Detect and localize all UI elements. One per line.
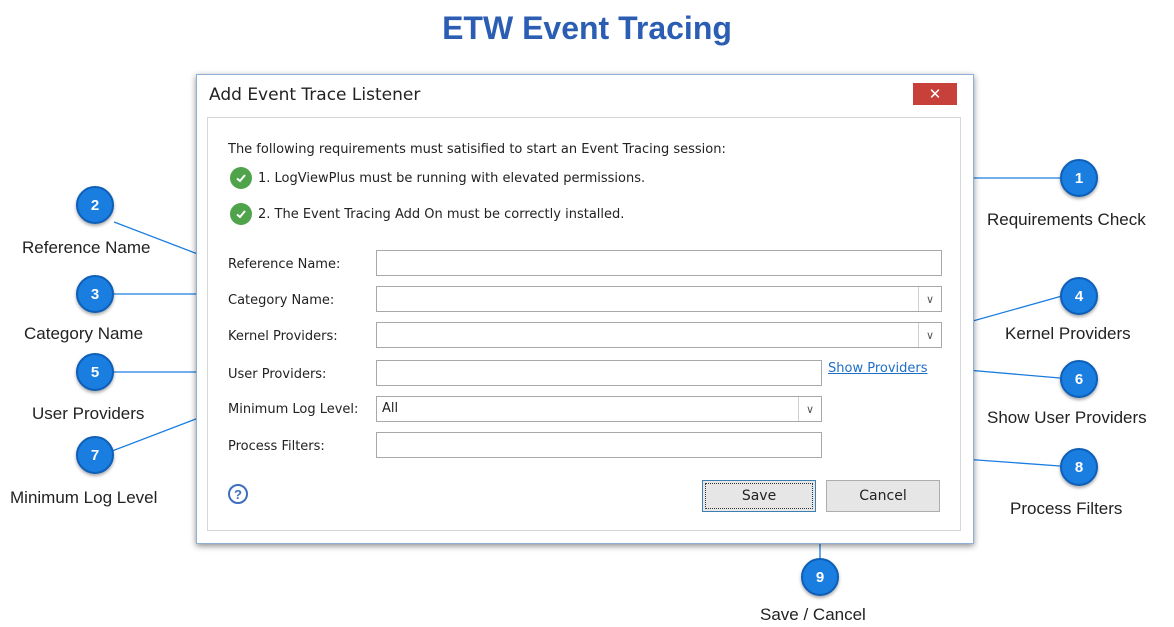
chevron-down-icon[interactable]: ∨ [798,397,821,421]
process-filters-label: Process Filters: [228,439,325,454]
dialog-titlebar: Add Event Trace Listener ✕ [197,75,973,117]
close-button[interactable]: ✕ [913,83,957,105]
dialog-title: Add Event Trace Listener [209,85,421,105]
dialog-body: The following requirements must satisifi… [207,117,961,531]
requirement-text: 2. The Event Tracing Add On must be corr… [258,206,625,222]
callout-label-save-cancel: Save / Cancel [760,605,866,624]
callout-badge-8: 8 [1060,448,1098,486]
check-icon [230,203,252,225]
callout-label-show-user-providers: Show User Providers [987,408,1147,427]
callout-label-reference-name: Reference Name [22,238,151,257]
callout-badge-1: 1 [1060,159,1098,197]
callout-label-kernel-providers: Kernel Providers [1005,324,1131,343]
kernel-providers-select[interactable]: ∨ [376,322,942,348]
user-providers-label: User Providers: [228,367,327,382]
callout-badge-7: 7 [76,436,114,474]
minimum-log-level-label: Minimum Log Level: [228,402,359,417]
callout-badge-4: 4 [1060,277,1098,315]
cancel-button[interactable]: Cancel [826,480,940,512]
requirements-intro: The following requirements must satisifi… [228,142,726,157]
requirement-item: 2. The Event Tracing Add On must be corr… [230,203,624,225]
chevron-down-icon[interactable]: ∨ [918,323,941,347]
callout-label-requirements-check: Requirements Check [987,210,1146,229]
add-event-trace-listener-dialog: Add Event Trace Listener ✕ The following… [196,74,974,544]
category-name-label: Category Name: [228,293,335,308]
help-icon[interactable]: ? [228,484,248,504]
minimum-log-level-select[interactable]: All ∨ [376,396,822,422]
show-providers-link[interactable]: Show Providers [828,361,928,376]
chevron-down-icon[interactable]: ∨ [918,287,941,311]
process-filters-input[interactable] [376,432,822,458]
callout-badge-6: 6 [1060,360,1098,398]
requirement-text: 1. LogViewPlus must be running with elev… [258,170,646,186]
close-icon: ✕ [928,85,942,103]
callout-label-process-filters: Process Filters [1010,499,1123,518]
reference-name-label: Reference Name: [228,257,341,272]
user-providers-input[interactable] [376,360,822,386]
callout-badge-3: 3 [76,275,114,313]
category-name-select[interactable]: ∨ [376,286,942,312]
callout-label-category-name: Category Name [24,324,144,343]
reference-name-input[interactable] [376,250,942,276]
callout-label-minimum-log-level: Minimum Log Level [10,488,158,507]
callout-label-user-providers: User Providers [32,404,145,423]
callout-badge-2: 2 [76,186,114,224]
kernel-providers-label: Kernel Providers: [228,329,338,344]
callout-badge-9: 9 [801,558,839,596]
check-icon [230,167,252,189]
save-button[interactable]: Save [702,480,816,512]
callout-badge-5: 5 [76,353,114,391]
requirement-item: 1. LogViewPlus must be running with elev… [230,167,645,189]
